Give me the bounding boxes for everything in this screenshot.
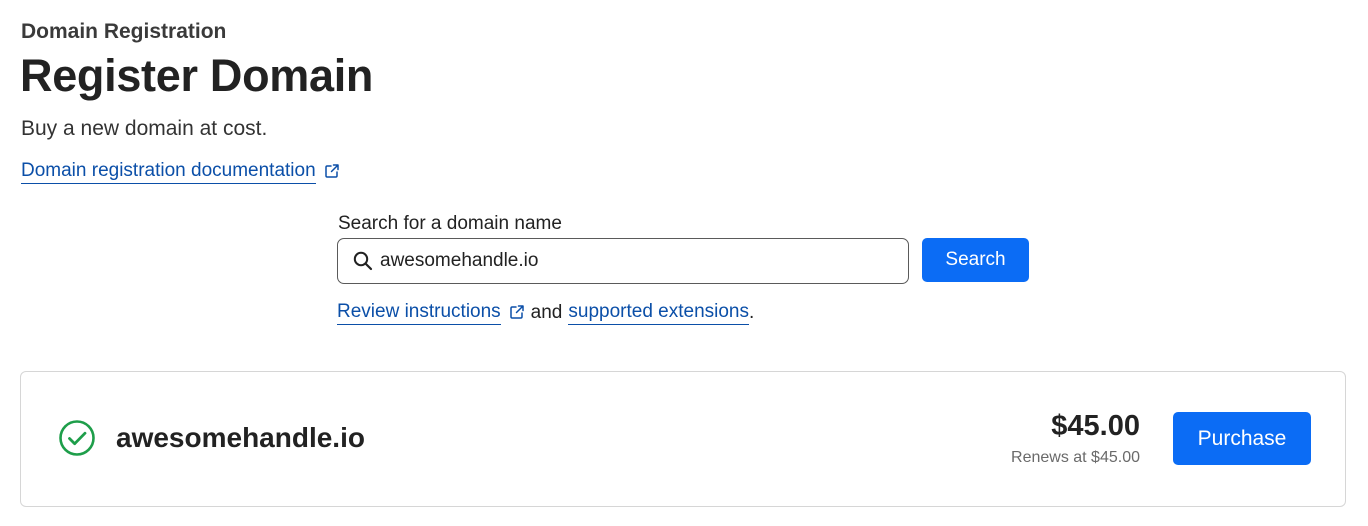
- search-label: Search for a domain name: [338, 213, 562, 234]
- check-circle-icon: [59, 420, 95, 456]
- help-period: .: [749, 302, 755, 323]
- review-instructions-link[interactable]: Review instructions: [337, 301, 501, 325]
- doc-link-text: Domain registration documentation: [21, 160, 316, 184]
- renewal-price: Renews at $45.00: [1011, 449, 1140, 466]
- search-box[interactable]: [337, 238, 909, 284]
- domain-registration-doc-link[interactable]: Domain registration documentation: [21, 160, 340, 184]
- supported-extensions-link[interactable]: supported extensions: [568, 301, 749, 325]
- page-title: Register Domain: [20, 50, 374, 101]
- search-help-line: Review instructions and supported extens…: [337, 301, 754, 325]
- purchase-button[interactable]: Purchase: [1173, 412, 1311, 465]
- page-eyebrow: Domain Registration: [21, 20, 227, 43]
- domain-result-card: awesomehandle.io $45.00 Renews at $45.00…: [20, 371, 1346, 507]
- result-domain-name: awesomehandle.io: [116, 422, 365, 453]
- price-block: $45.00 Renews at $45.00: [1011, 410, 1140, 467]
- domain-search-input[interactable]: [380, 250, 880, 272]
- help-connector: and: [530, 302, 563, 323]
- external-link-icon: [509, 305, 524, 319]
- search-icon: [353, 251, 373, 271]
- external-link-icon: [324, 164, 339, 178]
- search-button[interactable]: Search: [922, 238, 1029, 282]
- domain-price: $45.00: [1051, 410, 1140, 442]
- page-subtitle: Buy a new domain at cost.: [21, 117, 268, 140]
